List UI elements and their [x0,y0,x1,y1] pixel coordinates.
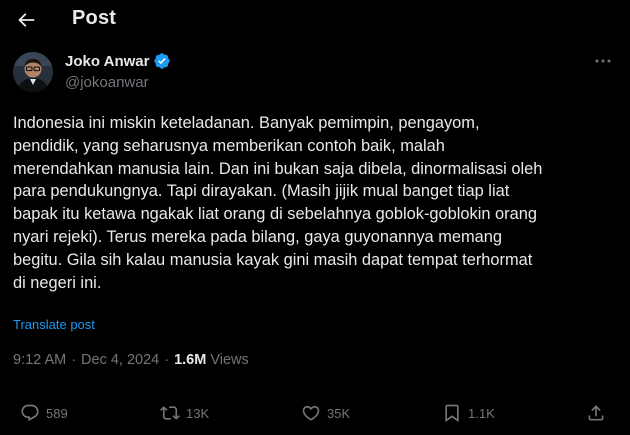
bookmark-icon [445,404,459,423]
translate-post-link[interactable]: Translate post [13,317,95,332]
bookmark-count: 1.1K [468,405,495,421]
heart-icon [302,405,320,421]
header-bar: Post [0,0,630,40]
reply-button[interactable]: 589 [20,400,68,426]
repost-icon [160,406,180,420]
page-title: Post [72,7,117,29]
author-name[interactable]: Joko Anwar [65,53,149,70]
repost-count: 13K [186,405,210,421]
post-meta: 9:12 AM · Dec 4, 2024 · 1.6M Views [13,352,249,368]
action-bar: 589 13K 35K 1.1K [0,400,630,426]
more-options-button[interactable] [592,52,614,70]
repost-button[interactable]: 13K [160,400,209,426]
share-button[interactable] [586,400,606,426]
post-page: Post Joko Anwar @jokoanwar Indonesia ini… [0,0,630,435]
back-button[interactable] [12,6,40,34]
reply-count: 589 [46,405,68,421]
avatar-image [13,52,53,92]
verified-badge-icon [153,52,171,70]
post-text: Indonesia ini miskin keteladanan. Banyak… [13,114,543,292]
like-count: 35K [327,405,351,421]
author-name-row: Joko Anwar [65,52,171,70]
meta-separator: · [71,352,77,368]
avatar[interactable] [13,52,53,92]
post-time[interactable]: 9:12 AM [13,352,66,368]
views-label: Views [210,352,249,368]
bookmark-button[interactable]: 1.1K [442,400,495,426]
arrow-left-icon [18,13,35,27]
views-count: 1.6M [174,352,207,368]
reply-icon [21,404,39,422]
post-date[interactable]: Dec 4, 2024 [81,352,159,368]
meta-separator: · [164,352,170,368]
more-dots-icon [595,59,611,63]
like-button[interactable]: 35K [301,400,350,426]
author-handle[interactable]: @jokoanwar [65,74,149,91]
share-icon [588,405,604,421]
